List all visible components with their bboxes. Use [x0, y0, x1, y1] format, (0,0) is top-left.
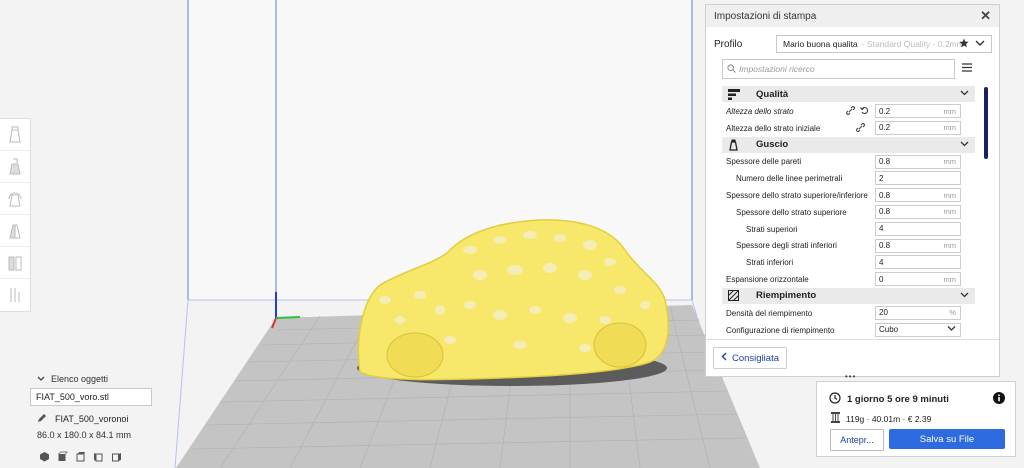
view-top-icon[interactable] [74, 450, 86, 462]
setting-top-bottom-thickness: Spessore dello strato superiore/inferior… [722, 187, 975, 204]
chevron-down-icon [960, 89, 969, 99]
print-settings-header: Impostazioni di stampa ✕ [706, 5, 999, 27]
category-infill[interactable]: Riempimento [722, 287, 975, 304]
chevron-down-icon [975, 39, 985, 49]
link-icon[interactable] [846, 106, 855, 117]
object-list-header: Elenco oggetti [51, 374, 109, 384]
wall-thickness-input[interactable]: 0.8 mm [875, 154, 961, 169]
clock-icon [829, 392, 841, 407]
category-quality[interactable]: Qualità [722, 86, 975, 102]
wall-line-count-input[interactable]: 2 [875, 171, 961, 186]
view-right-icon[interactable] [110, 450, 122, 462]
profile-row: Profilo Mario buona qualita - Standard Q… [714, 35, 992, 53]
initial-layer-height-input[interactable]: 0.2 mm [875, 120, 961, 135]
setting-top-layers: Strati superiori 4 [722, 221, 975, 238]
setting-horizontal-expansion: Espansione orizzontale 0 mm [722, 271, 975, 288]
print-settings-title: Impostazioni di stampa [714, 10, 817, 22]
file-name-text: FIAT_500_voro.stl [36, 392, 109, 402]
top-bottom-thickness-input[interactable]: 0.8 mm [875, 188, 961, 203]
quality-icon [728, 88, 742, 100]
category-shell[interactable]: Guscio [722, 136, 975, 153]
filament-spool-icon [831, 412, 840, 425]
support-blocker-icon[interactable] [0, 279, 30, 311]
link-icon[interactable] [856, 122, 865, 134]
material-estimate: 119g · 40.01m · € 2.39 [831, 412, 931, 425]
preview-button[interactable]: Antepr... [830, 429, 884, 451]
layer-height-input[interactable]: 0.2 mm [875, 104, 961, 118]
profile-label: Profilo [714, 38, 743, 50]
object-list-toggle[interactable]: Elenco oggetti [30, 372, 180, 386]
camera-view-buttons [30, 450, 180, 462]
chevron-down-icon [960, 140, 969, 150]
reset-icon[interactable] [860, 106, 869, 117]
rotate-tool-icon[interactable] [0, 183, 30, 215]
view-left-icon[interactable] [92, 450, 104, 462]
chevron-down-icon [30, 374, 45, 384]
per-model-settings-icon[interactable] [0, 247, 30, 279]
mirror-tool-icon[interactable] [0, 215, 30, 247]
horizontal-expansion-input[interactable]: 0 mm [875, 272, 961, 287]
bottom-layers-input[interactable]: 4 [875, 255, 961, 270]
tool-toolbar [0, 118, 31, 312]
close-icon[interactable]: ✕ [980, 8, 991, 24]
settings-scrollbar[interactable] [984, 87, 988, 159]
search-icon [727, 63, 736, 75]
setting-top-thickness: Spessore dello strato superiore 0.8 mm [722, 204, 975, 221]
chevron-down-icon [960, 291, 969, 301]
object-dimensions: 86.0 x 180.0 x 84.1 mm [37, 430, 132, 440]
chevron-left-icon [721, 352, 727, 364]
print-estimate-panel: 1 giorno 5 ore 9 minuti 119g · 40.01m · … [816, 381, 1016, 457]
search-placeholder: Impostazioni ricerco [739, 64, 815, 74]
scale-tool-icon[interactable] [0, 151, 30, 183]
setting-bottom-layers: Strati inferiori 4 [722, 254, 975, 271]
view-3d-icon[interactable] [38, 450, 50, 462]
setting-wall-thickness: Spessore delle pareti 0.8 mm [722, 154, 975, 171]
print-time: 1 giorno 5 ore 9 minuti [829, 392, 949, 407]
info-icon[interactable] [993, 392, 1005, 406]
star-icon[interactable] [959, 38, 969, 50]
save-to-file-button[interactable]: Salva su File [889, 429, 1005, 449]
bottom-thickness-input[interactable]: 0.8 mm [875, 238, 961, 253]
print-settings-panel: Impostazioni di stampa ✕ Profilo Mario b… [705, 4, 1000, 377]
infill-pattern-select[interactable]: Cubo [875, 322, 961, 337]
view-front-icon[interactable] [56, 450, 68, 462]
shell-icon [728, 139, 742, 151]
object-name: FIAT_500_voronoi [55, 414, 129, 424]
chevron-down-icon [947, 325, 956, 334]
setting-initial-layer-height: Altezza dello strato iniziale 0.2 mm [722, 120, 975, 137]
infill-density-input[interactable]: 20% [875, 305, 961, 320]
setting-infill-pattern: Configurazione di riempimento Cubo [722, 322, 975, 339]
object-list-panel: Elenco oggetti FIAT_500_voro.stl FIAT_50… [30, 372, 180, 462]
infill-icon [728, 290, 742, 302]
recommended-button[interactable]: Consigliata [713, 347, 787, 369]
profile-select[interactable]: Mario buona qualita - Standard Quality -… [776, 35, 992, 53]
menu-icon[interactable] [962, 63, 972, 74]
pencil-icon[interactable] [30, 413, 47, 425]
move-tool-icon[interactable] [0, 119, 30, 151]
profile-subtitle: - Standard Quality - 0.2mm [861, 39, 964, 49]
setting-bottom-thickness: Spessore degli strati inferiori 0.8 mm [722, 238, 975, 255]
setting-infill-density: Densità del riempimento 20% [722, 305, 975, 322]
panel-resize-handle[interactable]: ••• [845, 372, 856, 381]
top-layers-input[interactable]: 4 [875, 221, 961, 236]
file-name-field[interactable]: FIAT_500_voro.stl [30, 388, 152, 406]
object-row[interactable]: FIAT_500_voronoi [30, 412, 180, 426]
settings-search-input[interactable]: Impostazioni ricerco [722, 59, 955, 79]
setting-wall-line-count: Numero delle linee perimetrali 2 [722, 170, 975, 187]
print-settings-footer: Consigliata [706, 339, 999, 376]
profile-name: Mario buona qualita [783, 39, 858, 49]
top-thickness-input[interactable]: 0.8 mm [875, 204, 961, 219]
setting-layer-height: Altezza dello strato 0.2 mm [722, 103, 975, 120]
settings-list: Qualità Altezza dello strato 0.2 mm Altez… [722, 86, 975, 343]
